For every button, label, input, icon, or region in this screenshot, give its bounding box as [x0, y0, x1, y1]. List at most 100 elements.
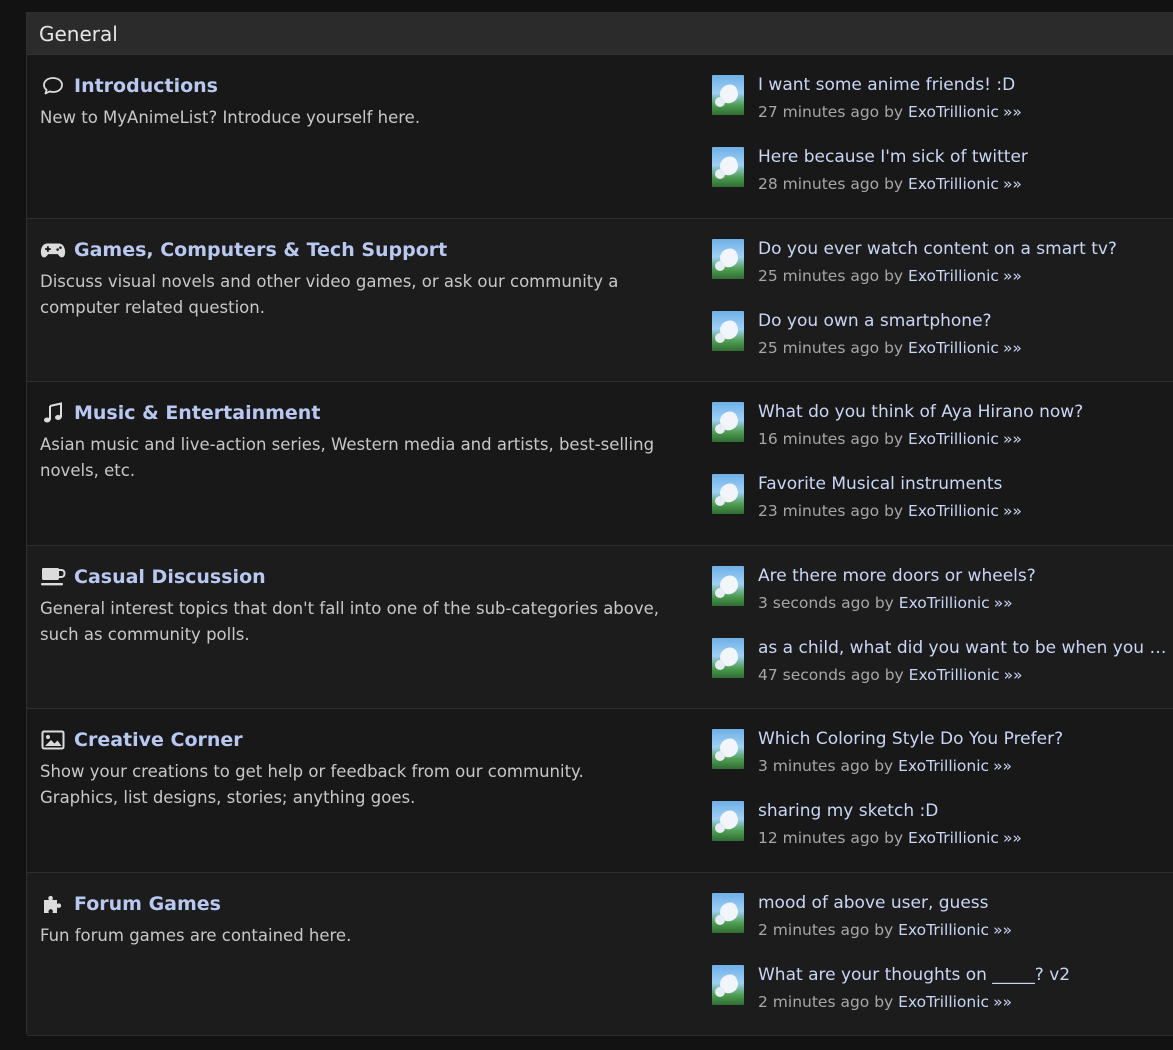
post-time: 23 minutes ago — [758, 502, 880, 520]
board-title-link[interactable]: Creative Corner — [74, 729, 243, 751]
music-note-icon — [40, 402, 66, 424]
post-title-link[interactable]: Do you ever watch content on a smart tv? — [758, 237, 1168, 261]
avatar[interactable] — [712, 964, 744, 1005]
post-time: 2 minutes ago — [758, 992, 870, 1011]
post-author-link[interactable]: ExoTrillionic — [908, 103, 999, 121]
post-title-link[interactable]: Favorite Musical instruments — [758, 472, 1168, 496]
post-meta: 2 minutes ago by ExoTrillionic»» — [758, 920, 1012, 940]
post-title-link[interactable]: Which Coloring Style Do You Prefer? — [758, 727, 1168, 751]
post-jump-link[interactable]: »» — [993, 921, 1012, 939]
post-author-link[interactable]: ExoTrillionic — [899, 594, 990, 612]
board-row-creative-corner: Creative Corner Show your creations to g… — [27, 709, 1173, 873]
post-by-label: by — [884, 665, 904, 684]
post-jump-link[interactable]: »» — [1003, 267, 1022, 285]
post-author-link[interactable]: ExoTrillionic — [908, 339, 999, 357]
post-author-link[interactable]: ExoTrillionic — [909, 666, 1000, 684]
post-author-link[interactable]: ExoTrillionic — [898, 993, 989, 1011]
board-title-link[interactable]: Introductions — [74, 75, 218, 97]
post-by-label: by — [884, 338, 904, 357]
post-by-label: by — [884, 103, 904, 121]
post-meta: 28 minutes ago by ExoTrillionic»» — [758, 174, 1022, 194]
board-row-music-entertainment: Music & Entertainment Asian music and li… — [27, 382, 1173, 546]
post-jump-link[interactable]: »» — [994, 594, 1013, 612]
recent-post: What do you think of Aya Hirano now? 16 … — [712, 400, 1172, 472]
post-time: 27 minutes ago — [758, 103, 880, 121]
post-meta: 25 minutes ago by ExoTrillionic»» — [758, 338, 1022, 358]
post-meta: 3 minutes ago by ExoTrillionic»» — [758, 756, 1012, 776]
post-title-link[interactable]: What are your thoughts on _____? v2 — [758, 963, 1168, 987]
board-info: Games, Computers & Tech Support Discuss … — [40, 237, 660, 321]
post-author-link[interactable]: ExoTrillionic — [908, 430, 999, 448]
avatar[interactable] — [712, 75, 744, 115]
post-by-label: by — [884, 266, 904, 285]
board-title-link[interactable]: Casual Discussion — [74, 566, 266, 588]
recent-posts: What do you think of Aya Hirano now? 16 … — [712, 400, 1172, 544]
board-title-link[interactable]: Forum Games — [74, 893, 221, 915]
board-title-link[interactable]: Games, Computers & Tech Support — [74, 239, 447, 261]
post-title-link[interactable]: Do you own a smartphone? — [758, 309, 1168, 333]
post-time: 12 minutes ago — [758, 829, 880, 847]
post-jump-link[interactable]: »» — [1003, 430, 1022, 448]
avatar[interactable] — [712, 801, 744, 841]
recent-posts: I want some anime friends! :D 27 minutes… — [712, 73, 1172, 217]
section-title: General — [39, 21, 118, 46]
board-description: Asian music and live-action series, West… — [40, 435, 655, 480]
post-title-link[interactable]: Here because I'm sick of twitter — [758, 145, 1168, 169]
board-title-line: Introductions — [40, 73, 660, 99]
post-meta: 23 minutes ago by ExoTrillionic»» — [758, 501, 1022, 521]
post-author-link[interactable]: ExoTrillionic — [908, 502, 999, 520]
avatar[interactable] — [712, 729, 744, 769]
post-author-link[interactable]: ExoTrillionic — [898, 757, 989, 775]
post-jump-link[interactable]: »» — [993, 993, 1012, 1011]
post-by-label: by — [874, 992, 894, 1011]
avatar[interactable] — [712, 637, 744, 678]
post-title-link[interactable]: as a child, what did you want to be when… — [758, 636, 1168, 660]
post-title-link[interactable]: Are there more doors or wheels? — [758, 564, 1168, 588]
post-title-link[interactable]: I want some anime friends! :D — [758, 73, 1168, 97]
post-title-link[interactable]: What do you think of Aya Hirano now? — [758, 400, 1168, 424]
gamepad-icon — [40, 239, 66, 261]
puzzle-piece-icon — [40, 893, 66, 915]
post-jump-link[interactable]: »» — [1003, 175, 1022, 193]
recent-post: Which Coloring Style Do You Prefer? 3 mi… — [712, 727, 1172, 799]
recent-posts: mood of above user, guess 2 minutes ago … — [712, 891, 1172, 1035]
post-author-link[interactable]: ExoTrillionic — [908, 175, 999, 193]
board-list: Introductions New to MyAnimeList? Introd… — [27, 55, 1173, 1036]
post-jump-link[interactable]: »» — [1004, 666, 1023, 684]
image-icon — [40, 729, 66, 751]
avatar[interactable] — [712, 147, 744, 187]
post-title-link[interactable]: mood of above user, guess — [758, 891, 1168, 915]
post-by-label: by — [884, 175, 904, 193]
avatar[interactable] — [712, 892, 744, 933]
avatar[interactable] — [712, 402, 744, 442]
post-by-label: by — [884, 829, 904, 847]
avatar[interactable] — [712, 238, 744, 279]
post-author-link[interactable]: ExoTrillionic — [898, 921, 989, 939]
speech-bubble-icon — [40, 75, 66, 97]
post-time: 16 minutes ago — [758, 430, 880, 448]
board-title-line: Music & Entertainment — [40, 400, 660, 426]
recent-post: Here because I'm sick of twitter 28 minu… — [712, 145, 1172, 217]
board-info: Introductions New to MyAnimeList? Introd… — [40, 73, 660, 131]
post-jump-link[interactable]: »» — [1003, 339, 1022, 357]
post-jump-link[interactable]: »» — [1003, 103, 1022, 121]
post-author-link[interactable]: ExoTrillionic — [908, 267, 999, 285]
recent-posts: Which Coloring Style Do You Prefer? 3 mi… — [712, 727, 1172, 871]
post-jump-link[interactable]: »» — [1003, 829, 1022, 847]
post-jump-link[interactable]: »» — [993, 757, 1012, 775]
post-meta: 27 minutes ago by ExoTrillionic»» — [758, 102, 1022, 122]
recent-post: mood of above user, guess 2 minutes ago … — [712, 891, 1172, 963]
avatar[interactable] — [712, 474, 744, 514]
recent-post: Do you own a smartphone? 25 minutes ago … — [712, 309, 1172, 381]
post-meta: 47 seconds ago by ExoTrillionic»» — [758, 665, 1023, 685]
post-title-link[interactable]: sharing my sketch :D — [758, 799, 1168, 823]
post-time: 47 seconds ago — [758, 665, 880, 684]
avatar[interactable] — [712, 565, 744, 606]
board-row-forum-games: Forum Games Fun forum games are containe… — [27, 872, 1173, 1036]
avatar[interactable] — [712, 310, 744, 351]
recent-post: as a child, what did you want to be when… — [712, 636, 1172, 708]
post-author-link[interactable]: ExoTrillionic — [908, 829, 999, 847]
post-jump-link[interactable]: »» — [1003, 502, 1022, 520]
board-title-link[interactable]: Music & Entertainment — [74, 402, 320, 424]
board-info: Casual Discussion General interest topic… — [40, 564, 660, 648]
